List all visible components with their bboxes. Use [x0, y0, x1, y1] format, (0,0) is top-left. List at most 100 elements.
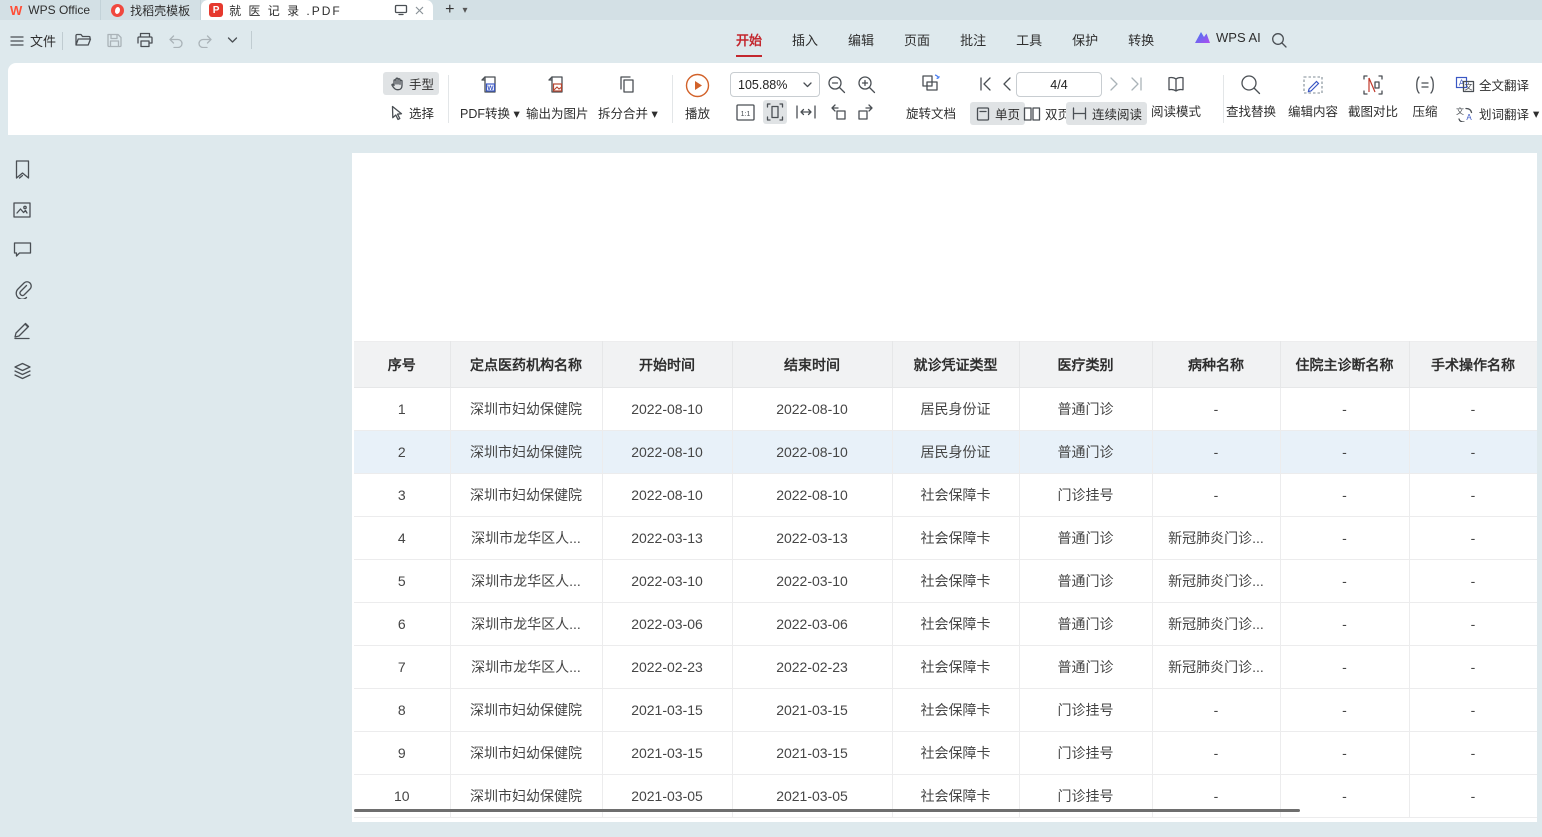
table-header-cell: 定点医药机构名称 — [450, 342, 602, 388]
table-cell: - — [1152, 431, 1280, 474]
single-page-button[interactable]: 单页 — [970, 102, 1025, 125]
fit-page-button[interactable] — [763, 100, 787, 124]
screenshot-compare-button[interactable]: 截图对比 — [1348, 73, 1398, 120]
bookmark-icon[interactable] — [13, 159, 32, 180]
table-header-cell: 住院主诊断名称 — [1280, 342, 1409, 388]
attachments-icon[interactable] — [12, 279, 32, 299]
wps-logo-icon: W — [10, 3, 22, 18]
wps-ai-button[interactable]: WPS AI — [1194, 30, 1261, 45]
tab-label: 就 医 记 录 .PDF — [229, 2, 388, 19]
table-cell: 社会保障卡 — [892, 646, 1019, 689]
table-cell: - — [1280, 388, 1409, 431]
next-page-icon[interactable] — [1108, 76, 1121, 92]
read-mode-button[interactable]: 阅读模式 — [1151, 73, 1201, 120]
table-cell: 新冠肺炎门诊... — [1152, 560, 1280, 603]
qa-chevron-down-icon[interactable] — [227, 36, 238, 44]
global-search-icon[interactable] — [1270, 31, 1288, 49]
select-tool-button[interactable]: 选择 — [383, 101, 439, 124]
table-cell: 2022-08-10 — [732, 388, 892, 431]
fit-width-icon[interactable] — [795, 104, 817, 120]
new-tab-button[interactable]: + — [445, 2, 454, 18]
find-replace-button[interactable]: 查找替换 — [1226, 73, 1276, 120]
last-page-icon[interactable] — [1128, 76, 1144, 92]
menu-bar: 文件 开始 插入 编辑 页面 批注 工具 保护 转换 WPS AI — [0, 20, 1542, 62]
menu-item-7[interactable]: 转换 — [1128, 30, 1154, 57]
pdf-convert-button[interactable]: W PDF转换 ▾ — [460, 73, 520, 122]
table-cell: 深圳市龙华区人... — [450, 560, 602, 603]
table-cell: - — [1409, 603, 1537, 646]
pdf-convert-icon: W — [477, 73, 503, 99]
ribbon-toolbar: 手型 选择 W PDF转换 ▾ 输出为图片 拆分合并 ▾ — [8, 63, 1542, 135]
continuous-reading-button[interactable]: 连续阅读 — [1066, 102, 1147, 125]
menu-item-6[interactable]: 保护 — [1072, 30, 1098, 57]
table-cell: 1 — [354, 388, 450, 431]
separator — [251, 31, 252, 49]
thumbnails-icon[interactable] — [12, 201, 32, 219]
file-menu[interactable]: 文件 — [10, 31, 56, 50]
table-cell: 社会保障卡 — [892, 560, 1019, 603]
zoom-in-icon[interactable] — [856, 74, 877, 95]
previous-page-icon[interactable] — [1000, 76, 1013, 92]
pdf-page: 序号定点医药机构名称开始时间结束时间就诊凭证类型医疗类别病种名称住院主诊断名称手… — [352, 153, 1537, 822]
full-translate-button[interactable]: A 文 全文翻译 — [1450, 73, 1534, 96]
zoom-level-select[interactable]: 105.88% — [730, 72, 820, 97]
first-page-icon[interactable] — [978, 76, 994, 92]
save-icon[interactable] — [106, 32, 123, 48]
table-cell: 普通门诊 — [1019, 646, 1152, 689]
actual-size-icon[interactable]: 1:1 — [735, 103, 756, 122]
comments-icon[interactable] — [12, 240, 33, 258]
menu-item-2[interactable]: 编辑 — [848, 30, 874, 57]
table-row: 1深圳市妇幼保健院2022-08-102022-08-10居民身份证普通门诊--… — [354, 388, 1537, 431]
table-cell: 6 — [354, 603, 450, 646]
table-cell: - — [1409, 517, 1537, 560]
open-file-icon[interactable] — [74, 32, 93, 48]
menu-item-4[interactable]: 批注 — [960, 30, 986, 57]
table-cell: 8 — [354, 689, 450, 732]
edit-content-button[interactable]: 编辑内容 — [1288, 73, 1338, 120]
menu-item-3[interactable]: 页面 — [904, 30, 930, 57]
table-bottom-scrollbar — [354, 809, 1300, 812]
medical-records-table: 序号定点医药机构名称开始时间结束时间就诊凭证类型医疗类别病种名称住院主诊断名称手… — [354, 341, 1538, 818]
cursor-icon — [388, 104, 405, 121]
zoom-out-icon[interactable] — [826, 74, 847, 95]
redo-icon[interactable] — [197, 33, 214, 48]
full-translate-icon: A 文 — [1455, 76, 1475, 93]
menu-item-1[interactable]: 插入 — [792, 30, 818, 57]
split-merge-button[interactable]: 拆分合并 ▾ — [598, 73, 658, 122]
tab-docer-templates[interactable]: 找稻壳模板 — [101, 0, 201, 20]
tab-wps-office[interactable]: W WPS Office — [0, 0, 101, 20]
page-indicator-input[interactable]: 4/4 — [1016, 72, 1102, 97]
rotate-left-icon[interactable] — [828, 103, 848, 121]
svg-text:A: A — [1466, 113, 1472, 122]
word-translate-button[interactable]: 文 A 划词翻译 ▾ — [1450, 102, 1542, 125]
tab-label: WPS Office — [28, 3, 90, 17]
close-tab-icon[interactable] — [414, 5, 425, 16]
table-cell: 普通门诊 — [1019, 603, 1152, 646]
table-cell: - — [1280, 560, 1409, 603]
play-button[interactable]: 播放 — [684, 72, 711, 122]
menu-item-0[interactable]: 开始 — [736, 30, 762, 57]
table-cell: 3 — [354, 474, 450, 517]
table-row: 8深圳市妇幼保健院2021-03-152021-03-15社会保障卡门诊挂号--… — [354, 689, 1537, 732]
hand-tool-button[interactable]: 手型 — [383, 72, 439, 95]
compress-button[interactable]: 压缩 — [1412, 73, 1438, 120]
export-image-label: 输出为图片 — [526, 103, 589, 122]
layers-icon[interactable] — [12, 361, 33, 381]
monitor-icon[interactable] — [394, 4, 408, 16]
tab-bar-extras: + ▾ — [433, 0, 467, 20]
search-icon — [1239, 73, 1263, 97]
rotate-right-icon[interactable] — [856, 103, 876, 121]
table-cell: 2021-03-15 — [602, 732, 732, 775]
tab-list-chevron-icon[interactable]: ▾ — [462, 5, 467, 16]
rotate-document-button[interactable]: 旋转文档 — [906, 73, 956, 122]
undo-icon[interactable] — [167, 33, 184, 48]
pdf-convert-label: PDF转换 — [460, 107, 510, 121]
export-image-button[interactable]: 输出为图片 — [526, 73, 589, 122]
tab-medical-record-pdf[interactable]: P 就 医 记 录 .PDF — [201, 0, 433, 20]
print-icon[interactable] — [136, 32, 154, 48]
separator — [1223, 75, 1224, 123]
table-cell: 社会保障卡 — [892, 517, 1019, 560]
signature-icon[interactable] — [12, 320, 33, 340]
menu-item-5[interactable]: 工具 — [1016, 30, 1042, 57]
table-cell: 2022-03-13 — [602, 517, 732, 560]
